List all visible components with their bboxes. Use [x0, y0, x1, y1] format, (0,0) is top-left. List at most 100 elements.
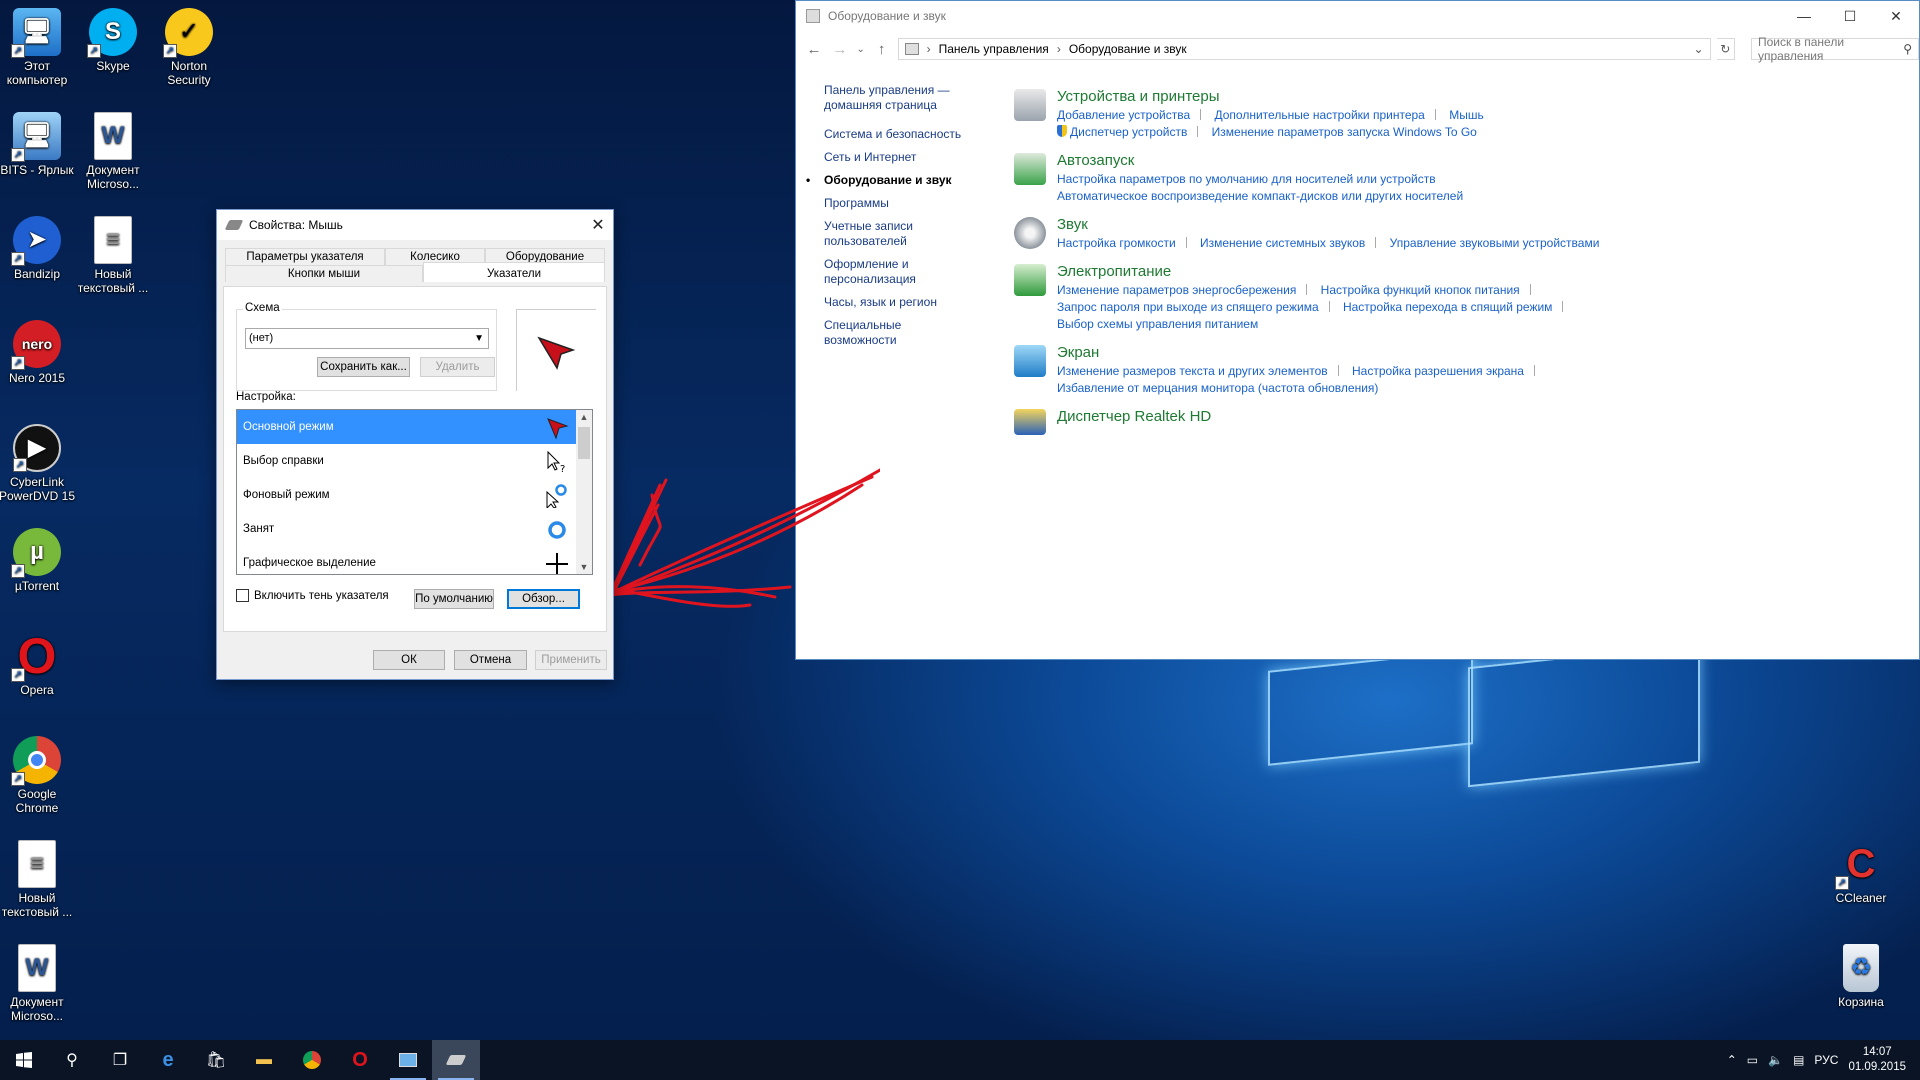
link-resolution[interactable]: Настройка разрешения экрана: [1352, 364, 1524, 378]
refresh-icon[interactable]: ↻: [1716, 38, 1735, 60]
taskbar-mouse-properties[interactable]: [432, 1040, 480, 1080]
desktop-icon-norton[interactable]: ✓ ↗ Norton Security: [148, 8, 230, 87]
link-windows-to-go[interactable]: Изменение параметров запуска Windows To …: [1212, 125, 1477, 139]
taskbar-explorer[interactable]: ▬: [240, 1040, 288, 1080]
desktop-icon-opera[interactable]: O ↗ Opera: [0, 631, 78, 697]
desktop-icon-chrome[interactable]: ↗ Google Chrome: [0, 736, 78, 815]
volume-icon[interactable]: 🔈: [1768, 1053, 1783, 1067]
delete-button[interactable]: Удалить: [420, 357, 495, 377]
desktop-icon-word-doc[interactable]: W Документ Microso...: [72, 112, 154, 191]
desktop-icon-recycle-bin[interactable]: ♻ Корзина: [1820, 944, 1902, 1009]
tab-buttons[interactable]: Кнопки мыши: [225, 265, 423, 282]
desktop-icon-bandizip[interactable]: ➤ ↗ Bandizip: [0, 216, 78, 281]
taskbar-opera[interactable]: O: [336, 1040, 384, 1080]
link-wake-password[interactable]: Запрос пароля при выходе из спящего режи…: [1057, 300, 1319, 314]
scheme-select[interactable]: (нет) ▼: [245, 328, 489, 349]
recent-dropdown-icon[interactable]: ⌄: [856, 44, 866, 55]
tab-pointer-options[interactable]: Параметры указателя: [225, 248, 385, 265]
cancel-button[interactable]: Отмена: [454, 650, 527, 670]
pointer-list[interactable]: Основной режим Выбор справки ? Фоновый р…: [236, 409, 593, 575]
list-item[interactable]: Графическое выделение: [237, 546, 577, 574]
taskbar-store[interactable]: 🛍: [192, 1040, 240, 1080]
sidebar-item-appearance[interactable]: Оформление и персонализация: [824, 257, 974, 287]
desktop-icon-this-pc[interactable]: 🖥 ↗ Этот компьютер: [0, 8, 78, 87]
search-input[interactable]: Поиск в панели управления ⚲: [1750, 35, 1919, 63]
chevron-up-icon[interactable]: ⌃: [1727, 1053, 1737, 1067]
forward-arrow-icon[interactable]: →: [830, 41, 850, 58]
sidebar-item-accessibility[interactable]: Специальные возможности: [824, 318, 974, 348]
link-autoplay-defaults[interactable]: Настройка параметров по умолчанию для но…: [1057, 172, 1436, 186]
task-view-button[interactable]: ❐: [96, 1040, 144, 1080]
link-sound-devices[interactable]: Управление звуковыми устройствами: [1390, 236, 1600, 250]
minimize-button[interactable]: —: [1781, 1, 1827, 31]
language-indicator[interactable]: РУС: [1814, 1053, 1838, 1067]
sidebar-item-user-accounts[interactable]: Учетные записи пользователей: [824, 219, 974, 249]
link-sleep-settings[interactable]: Настройка перехода в спящий режим: [1343, 300, 1552, 314]
category-title[interactable]: Электропитание: [1057, 262, 1894, 282]
taskbar-control-panel[interactable]: [384, 1040, 432, 1080]
ok-button[interactable]: ОК: [373, 650, 445, 670]
desktop-icon-nero[interactable]: nero ↗ Nero 2015: [0, 320, 78, 385]
breadcrumb-hardware-sound[interactable]: Оборудование и звук: [1069, 42, 1187, 56]
link-text-size[interactable]: Изменение размеров текста и других элеме…: [1057, 364, 1328, 378]
list-scrollbar[interactable]: ▲ ▼: [576, 410, 592, 574]
link-mouse[interactable]: Мышь: [1449, 108, 1484, 122]
category-title[interactable]: Автозапуск: [1057, 151, 1894, 171]
taskbar-chrome[interactable]: [288, 1040, 336, 1080]
sidebar-item-home[interactable]: Панель управления — домашняя страница: [824, 83, 974, 113]
browse-button[interactable]: Обзор...: [507, 589, 580, 609]
link-volume[interactable]: Настройка громкости: [1057, 236, 1176, 250]
close-icon[interactable]: ✕: [583, 215, 613, 235]
desktop-icon-ccleaner[interactable]: C ↗ CCleaner: [1820, 840, 1902, 905]
sidebar-item-network[interactable]: Сеть и Интернет: [824, 150, 974, 165]
list-item[interactable]: Основной режим: [237, 410, 577, 444]
breadcrumb-control-panel[interactable]: Панель управления: [939, 42, 1049, 56]
notifications-icon[interactable]: ▤: [1793, 1053, 1804, 1067]
sidebar-item-hardware-sound[interactable]: Оборудование и звук: [806, 173, 974, 188]
category-title[interactable]: Устройства и принтеры: [1057, 87, 1894, 107]
taskbar-edge[interactable]: e: [144, 1040, 192, 1080]
desktop-icon-powerdvd[interactable]: ▶ ↗ CyberLink PowerDVD 15: [0, 424, 78, 503]
link-power-buttons[interactable]: Настройка функций кнопок питания: [1321, 283, 1520, 297]
link-autoplay-cds[interactable]: Автоматическое воспроизведение компакт-д…: [1057, 189, 1463, 203]
address-bar[interactable]: › Панель управления › Оборудование и зву…: [897, 38, 1711, 60]
link-power-plan[interactable]: Выбор схемы управления питанием: [1057, 317, 1258, 331]
back-arrow-icon[interactable]: ←: [804, 41, 824, 58]
list-item[interactable]: Выбор справки ?: [237, 444, 577, 478]
start-button[interactable]: [0, 1040, 48, 1080]
link-refresh-rate[interactable]: Избавление от мерцания монитора (частота…: [1057, 381, 1378, 395]
link-printer-settings[interactable]: Дополнительные настройки принтера: [1215, 108, 1425, 122]
link-system-sounds[interactable]: Изменение системных звуков: [1200, 236, 1365, 250]
scroll-thumb[interactable]: [578, 427, 590, 459]
maximize-button[interactable]: ☐: [1827, 1, 1873, 31]
tab-pointers[interactable]: Указатели: [423, 262, 605, 282]
checkbox-box[interactable]: [236, 589, 249, 602]
category-title[interactable]: Экран: [1057, 343, 1894, 363]
desktop-icon-utorrent[interactable]: µ ↗ µTorrent: [0, 528, 78, 593]
desktop-icon-word-doc-2[interactable]: W Документ Microso...: [0, 944, 78, 1023]
list-item[interactable]: Занят: [237, 512, 577, 546]
default-button[interactable]: По умолчанию: [414, 589, 494, 609]
link-power-saving[interactable]: Изменение параметров энергосбережения: [1057, 283, 1296, 297]
apply-button[interactable]: Применить: [535, 650, 607, 670]
address-dropdown-icon[interactable]: ⌄: [1694, 42, 1704, 56]
network-icon[interactable]: ▭: [1747, 1053, 1758, 1067]
sidebar-item-system-security[interactable]: Система и безопасность: [824, 127, 974, 142]
link-add-device[interactable]: Добавление устройства: [1057, 108, 1190, 122]
desktop-icon-skype[interactable]: S ↗ Skype: [72, 8, 154, 73]
close-button[interactable]: ✕: [1873, 1, 1919, 31]
desktop-icon-text-file[interactable]: ≡ Новый текстовый ...: [72, 216, 154, 295]
sidebar-item-clock-region[interactable]: Часы, язык и регион: [824, 295, 974, 310]
pointer-shadow-checkbox[interactable]: Включить тень указателя: [236, 589, 389, 602]
desktop-icon-bits[interactable]: 🖥 ↗ BITS - Ярлык: [0, 112, 78, 177]
category-title[interactable]: Диспетчер Realtek HD: [1057, 407, 1894, 427]
scroll-down-icon[interactable]: ▼: [576, 562, 592, 572]
save-as-button[interactable]: Сохранить как...: [317, 357, 410, 377]
scroll-up-icon[interactable]: ▲: [576, 412, 592, 422]
clock[interactable]: 14:07 01.09.2015: [1848, 1045, 1906, 1075]
category-title[interactable]: Звук: [1057, 215, 1894, 235]
up-arrow-icon[interactable]: ↑: [872, 41, 892, 58]
search-button[interactable]: ⚲: [48, 1040, 96, 1080]
desktop-icon-text-file-2[interactable]: ≡ Новый текстовый ...: [0, 840, 78, 919]
sidebar-item-programs[interactable]: Программы: [824, 196, 974, 211]
